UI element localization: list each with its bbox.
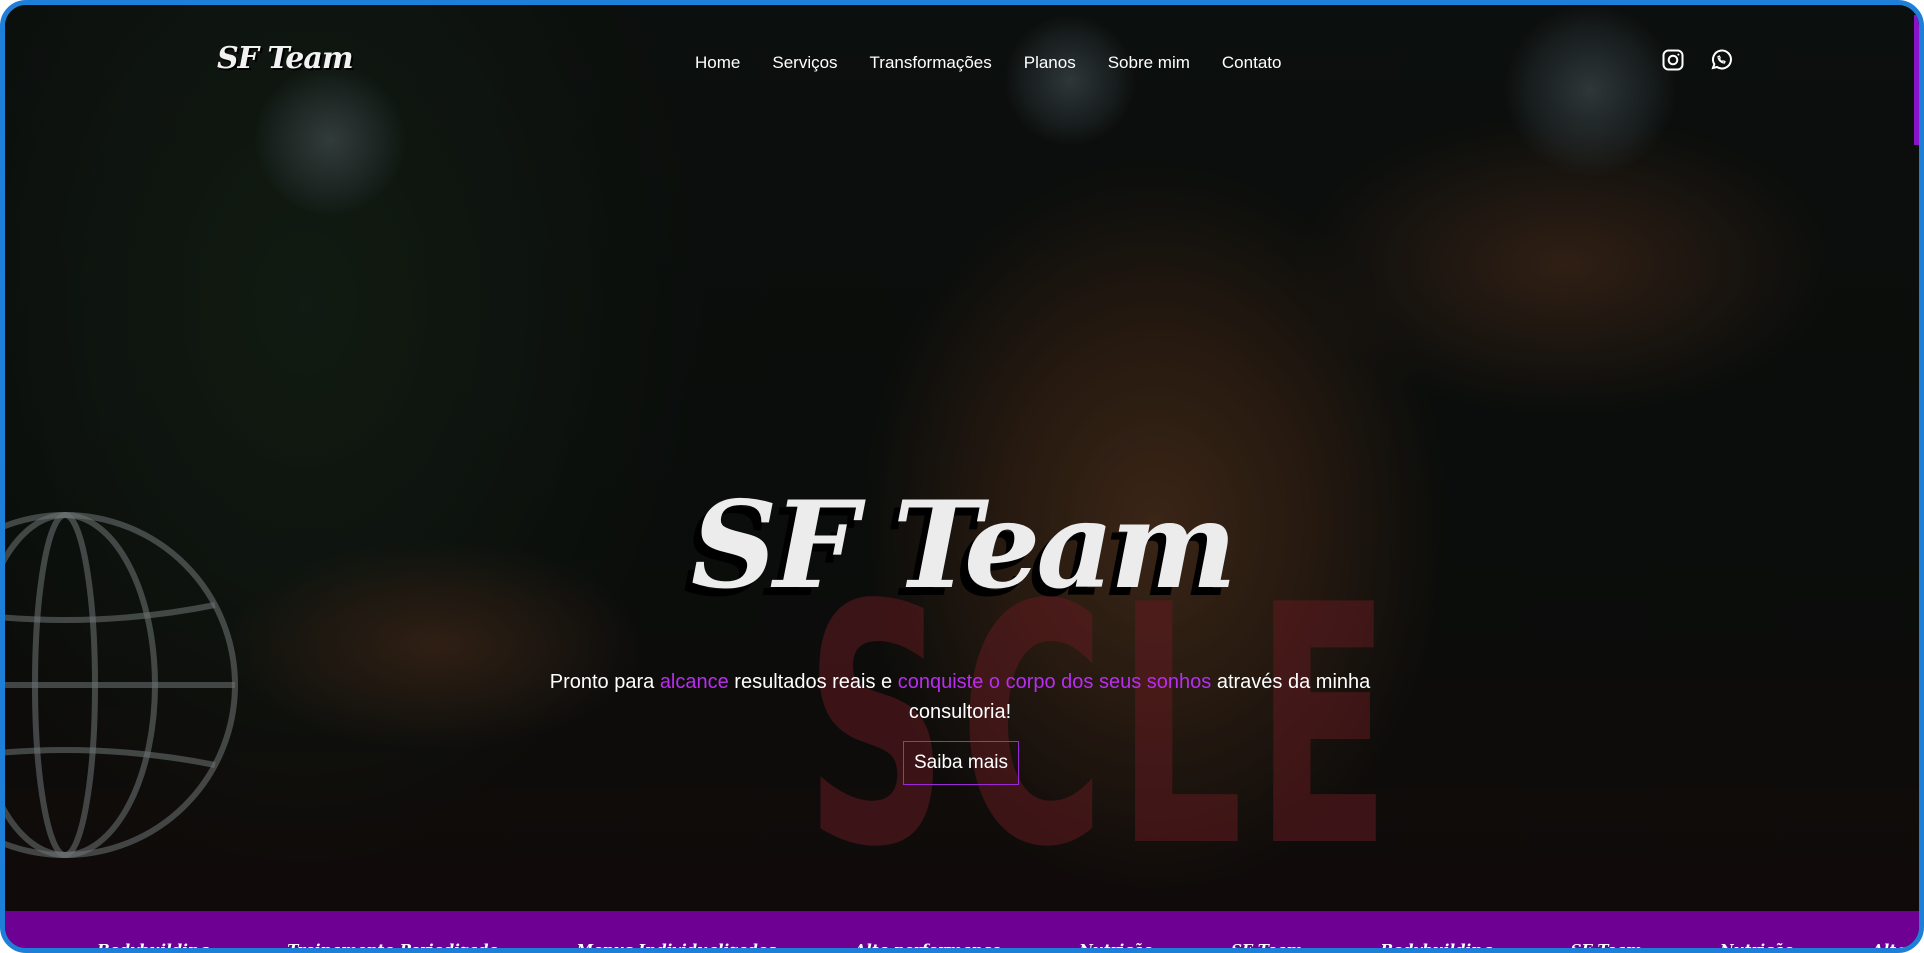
ticker-item: Nutrição xyxy=(1079,941,1154,953)
tagline-accent: conquiste o corpo dos seus sonhos xyxy=(897,671,1212,693)
tagline-accent: alcance xyxy=(659,671,729,693)
nav-link-planos[interactable]: Planos xyxy=(1024,53,1076,73)
ticker-item: Alta Performance xyxy=(1871,941,1919,953)
nav-link-home[interactable]: Home xyxy=(695,53,740,73)
ticker-item: Bodybuilding xyxy=(97,941,210,953)
instagram-icon[interactable] xyxy=(1661,48,1685,72)
nav-link-transformacoes[interactable]: Transformações xyxy=(870,53,992,73)
services-ticker: Bodybuilding Treinamento Periodizado Men… xyxy=(5,911,1919,953)
hero-tagline: Pronto para alcance resultados reais e c… xyxy=(545,667,1375,727)
ticker-items: Bodybuilding Treinamento Periodizado Men… xyxy=(97,941,1919,953)
nav-link-servicos[interactable]: Serviços xyxy=(772,53,837,73)
nav-link-contato[interactable]: Contato xyxy=(1222,53,1282,73)
ticker-item: Treinamento Periodizado xyxy=(287,941,499,953)
ticker-item: Menus Individualizados xyxy=(576,941,777,953)
site-logo[interactable]: SF Team xyxy=(217,41,354,76)
saiba-mais-button[interactable]: Saiba mais xyxy=(903,741,1019,785)
top-nav: SF Team Home Serviços Transformações Pla… xyxy=(5,5,1919,115)
ticker-item: Alta performance xyxy=(854,941,1002,953)
browser-frame: SCLE SF Team Home Serviços Transformaçõe… xyxy=(0,0,1924,953)
tagline-part: resultados reais e xyxy=(728,671,898,693)
nav-menu: Home Serviços Transformações Planos Sobr… xyxy=(695,53,1281,73)
ticker-item: SF Team xyxy=(1231,941,1303,953)
hero-title: SF Team xyxy=(690,475,1237,616)
nav-link-sobre-mim[interactable]: Sobre mim xyxy=(1108,53,1190,73)
social-links xyxy=(1661,48,1733,72)
tagline-part: Pronto para xyxy=(549,671,660,693)
whatsapp-icon[interactable] xyxy=(1709,48,1733,72)
ticker-item: Bodybuilding xyxy=(1380,941,1493,953)
ticker-item: Nutrição xyxy=(1719,941,1794,953)
ticker-item: SF Team xyxy=(1570,941,1642,953)
